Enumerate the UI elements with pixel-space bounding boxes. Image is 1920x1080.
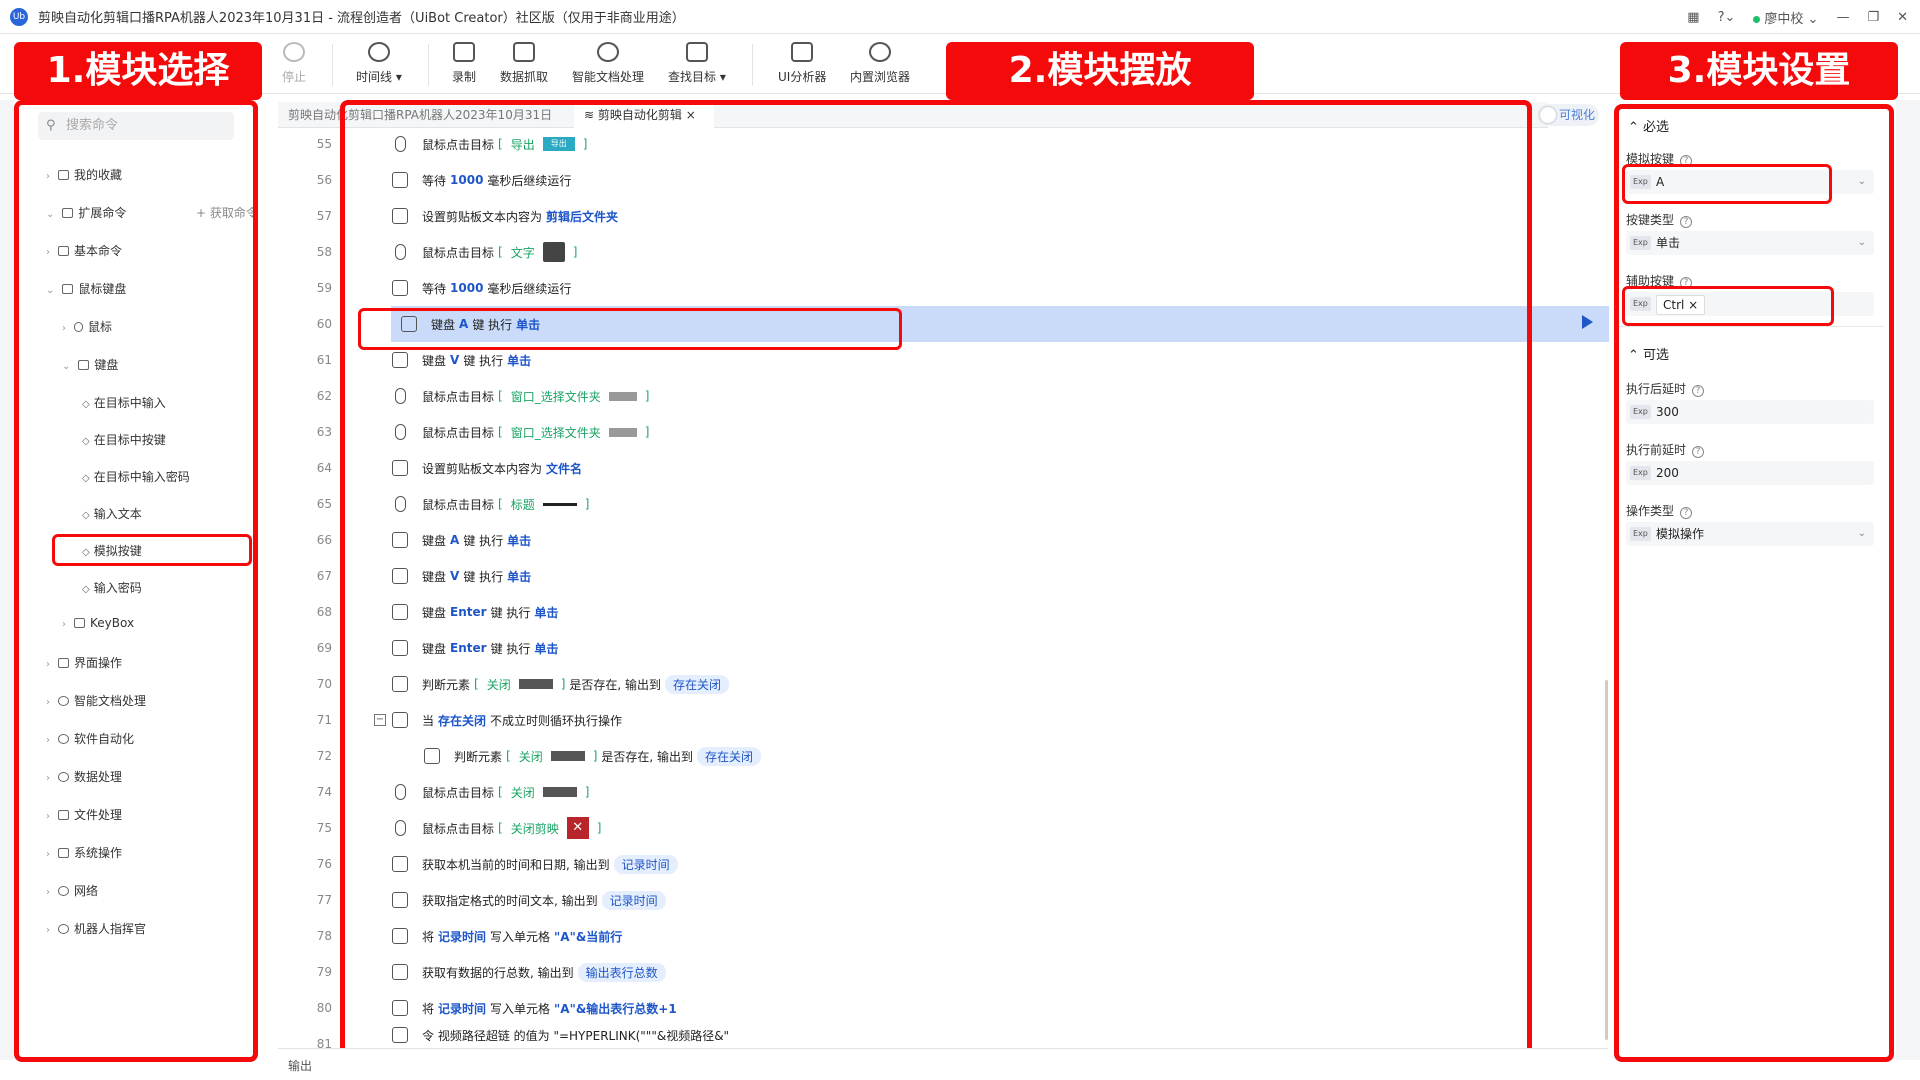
timeline-button[interactable]: 时间线 ▾ (356, 42, 402, 85)
line-number: 56 (316, 173, 332, 187)
smart-doc-button[interactable]: 智能文档处理 (572, 42, 644, 85)
find-target-icon (685, 42, 708, 62)
line-number: 76 (316, 857, 332, 871)
line-number: 78 (316, 929, 332, 943)
help-icon[interactable]: ?⌄ (1718, 10, 1736, 25)
line-number: 55 (316, 137, 332, 151)
app-logo-icon: Ub (10, 7, 28, 26)
ui-analyzer-icon (791, 42, 814, 62)
ui-analyzer-button[interactable]: UI分析器 (778, 42, 826, 85)
data-scrape-button[interactable]: 数据抓取 (500, 42, 548, 85)
line-number: 72 (316, 749, 332, 763)
line-number: 79 (316, 965, 332, 979)
line-number: 75 (316, 821, 332, 835)
stop-icon (283, 42, 305, 62)
line-number: 63 (316, 425, 332, 439)
data-scrape-icon (513, 42, 535, 62)
close-icon[interactable]: ✕ (1897, 10, 1908, 25)
line-number: 65 (316, 497, 332, 511)
line-number: 61 (316, 353, 332, 367)
line-number: 57 (316, 209, 332, 223)
line-number: 77 (316, 893, 332, 907)
section-label-3: 3.模块设置 (1620, 42, 1898, 100)
section-label-1: 1.模块选择 (14, 42, 262, 100)
window-title: 剪映自动化剪辑口播RPA机器人2023年10月31日 - 流程创造者（UiBot… (38, 11, 685, 26)
window-controls: ▦ ?⌄ 廖中校 ⌄ — ❐ ✕ (1687, 0, 1908, 34)
line-number: 59 (316, 281, 332, 295)
output-tab[interactable]: 输出 (288, 1057, 312, 1074)
line-number: 71 (316, 713, 332, 727)
highlight-aux-field (1622, 286, 1834, 326)
line-number: 66 (316, 533, 332, 547)
browser-icon (869, 42, 891, 62)
title-bar: Ub 剪映自动化剪辑口播RPA机器人2023年10月31日 - 流程创造者（Ui… (0, 0, 1920, 34)
line-number: 58 (316, 245, 332, 259)
online-status-icon (1753, 15, 1761, 23)
highlight-key-field (1622, 164, 1832, 204)
highlight-selected-row (358, 308, 902, 350)
restore-icon[interactable]: ❐ (1867, 10, 1879, 25)
record-button[interactable]: 录制 (452, 42, 476, 85)
highlight-box-middle (340, 100, 1532, 1062)
highlight-box-right (1614, 104, 1894, 1062)
user-menu[interactable]: 廖中校 ⌄ (1753, 8, 1818, 27)
output-bar: 输出 (278, 1048, 1608, 1080)
find-target-button[interactable]: 查找目标 ▾ (668, 42, 726, 85)
left-side-strip (0, 100, 14, 1060)
editor-scrollbar[interactable] (1605, 680, 1608, 1040)
clock-icon (367, 42, 390, 62)
line-number: 68 (316, 605, 332, 619)
line-number: 70 (316, 677, 332, 691)
builtin-browser-button[interactable]: 内置浏览器 (850, 42, 910, 85)
line-number: 62 (316, 389, 332, 403)
visual-toggle[interactable]: 可视化 (1537, 104, 1599, 126)
stop-button[interactable]: 停止 (282, 42, 306, 85)
section-label-2: 2.模块摆放 (946, 42, 1254, 100)
run-line-icon[interactable] (1582, 315, 1593, 329)
line-number: 69 (316, 641, 332, 655)
record-icon (453, 42, 475, 62)
line-number: 80 (316, 1001, 332, 1015)
minimize-icon[interactable]: — (1836, 10, 1849, 25)
grid-icon[interactable]: ▦ (1687, 10, 1699, 25)
ai-icon (597, 42, 619, 62)
highlight-simulate-key (52, 534, 252, 566)
right-side-strip (1896, 100, 1920, 1060)
highlight-box-left (14, 100, 258, 1062)
line-number: 74 (316, 785, 332, 799)
line-number: 60 (316, 317, 332, 331)
line-number: 64 (316, 461, 332, 475)
line-number: 67 (316, 569, 332, 583)
